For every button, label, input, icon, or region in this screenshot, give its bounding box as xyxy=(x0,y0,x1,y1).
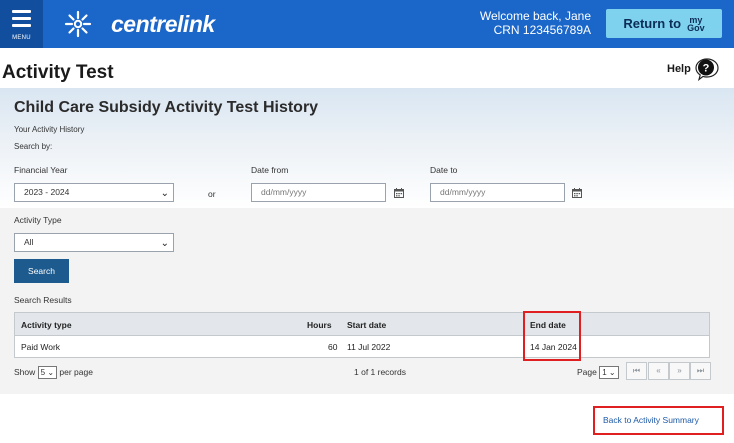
your-history-label: Your Activity History xyxy=(14,125,85,134)
financial-year-select[interactable]: 2023 - 2024 ⌄ xyxy=(14,183,174,202)
welcome-message: Welcome back, Jane CRN 123456789A xyxy=(480,9,591,37)
page-value: 1 xyxy=(602,368,607,377)
date-from-label: Date from xyxy=(251,165,289,175)
activity-type-value: All xyxy=(24,237,34,247)
page-select[interactable]: 1 ⌄ xyxy=(599,366,619,379)
next-page-button[interactable]: » xyxy=(669,362,690,380)
column-activity-type[interactable]: Activity type xyxy=(21,320,72,330)
history-section-title: Child Care Subsidy Activity Test History xyxy=(14,99,319,116)
per-page-select[interactable]: 5 ⌄ xyxy=(37,366,58,379)
date-to-placeholder: dd/mm/yyyy xyxy=(440,187,486,197)
cell-activity-type: Paid Work xyxy=(21,342,61,352)
date-from-input[interactable]: dd/mm/yyyy xyxy=(251,183,386,202)
cell-hours: 60 xyxy=(328,342,338,352)
menu-label: MENU xyxy=(12,35,31,41)
brand-name: centrelink xyxy=(111,11,215,37)
or-label: or xyxy=(208,189,216,199)
column-hours[interactable]: Hours xyxy=(307,320,332,330)
page-label: Page xyxy=(577,366,597,377)
date-to-label: Date to xyxy=(430,165,458,175)
crn-line: CRN 123456789A xyxy=(493,23,591,37)
table-row: Paid Work 60 11 Jul 2022 14 Jan 2024 xyxy=(14,336,710,358)
results-table-header: Activity type Hours Start date End date xyxy=(14,312,710,336)
search-button[interactable]: Search xyxy=(14,259,69,283)
page-title: Activity Test xyxy=(2,62,114,83)
mygov-logo: my Gov xyxy=(687,15,705,33)
financial-year-label: Financial Year xyxy=(14,165,68,175)
activity-type-label: Activity Type xyxy=(14,215,62,225)
menu-button[interactable]: MENU xyxy=(0,0,43,48)
date-to-input[interactable]: dd/mm/yyyy xyxy=(430,183,565,202)
svg-text:?: ? xyxy=(703,63,710,75)
help-label[interactable]: Help xyxy=(667,63,691,75)
record-count: 1 of 1 records xyxy=(354,367,406,377)
show-label: Show xyxy=(14,366,36,377)
mygov-bottom: Gov xyxy=(687,22,705,33)
first-page-button[interactable]: ⏮ xyxy=(626,362,647,380)
per-page-label: per page xyxy=(59,366,93,377)
search-by-label: Search by: xyxy=(14,142,53,151)
back-to-activity-summary-link[interactable]: Back to Activity Summary xyxy=(603,415,699,425)
chevron-down-icon: ⌄ xyxy=(160,188,169,199)
help-icon[interactable]: ? xyxy=(694,57,720,81)
column-start-date[interactable]: Start date xyxy=(347,320,386,330)
date-from-placeholder: dd/mm/yyyy xyxy=(261,187,307,197)
return-to-mygov-button[interactable]: Return to my Gov xyxy=(606,9,722,38)
centrelink-logo-icon xyxy=(64,10,92,38)
search-results-label: Search Results xyxy=(14,295,72,305)
financial-year-value: 2023 - 2024 xyxy=(24,187,70,197)
calendar-icon[interactable] xyxy=(572,188,582,198)
hamburger-icon xyxy=(12,10,31,31)
page-control: Page 1 ⌄ xyxy=(577,366,619,379)
activity-type-select[interactable]: All ⌄ xyxy=(14,233,174,252)
calendar-icon[interactable] xyxy=(394,188,404,198)
end-date-highlight xyxy=(523,311,581,361)
welcome-line: Welcome back, Jane xyxy=(479,9,591,23)
previous-page-button[interactable]: « xyxy=(648,362,669,380)
last-page-button[interactable]: ⏭ xyxy=(690,362,711,380)
return-label: Return to xyxy=(623,16,682,31)
per-page-value: 5 xyxy=(40,368,46,377)
chevron-down-icon: ⌄ xyxy=(160,238,169,249)
per-page-control: Show 5 ⌄ per page xyxy=(14,366,93,379)
cell-start-date: 11 Jul 2022 xyxy=(347,342,391,352)
